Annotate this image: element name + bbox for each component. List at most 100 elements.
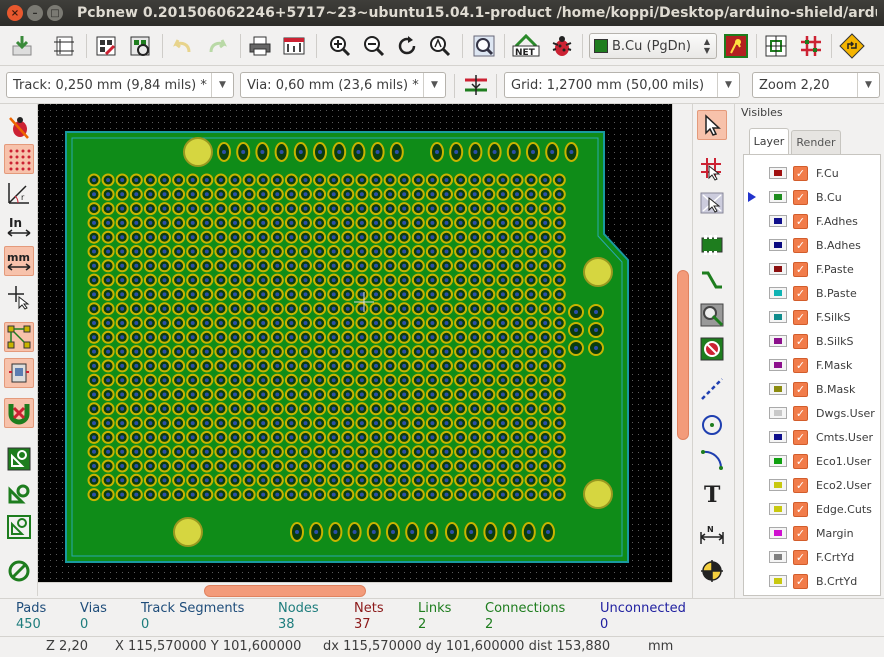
layer-row[interactable]: ✓ B.Cu [744, 185, 880, 209]
minimize-window-button[interactable]: – [27, 5, 43, 21]
track-width-button[interactable] [762, 32, 790, 60]
layer-row[interactable]: ✓ F.Paste [744, 257, 880, 281]
zone-sketch-toggle[interactable] [4, 512, 34, 542]
layer-row[interactable]: ✓ Dwgs.User [744, 401, 880, 425]
layer-visibility-checkbox[interactable]: ✓ [793, 477, 808, 493]
layer-row[interactable]: ✓ B.Mask [744, 377, 880, 401]
layer-row[interactable]: ✓ Edge.Cuts [744, 497, 880, 521]
zone-fill-toggle[interactable] [4, 444, 34, 474]
layer-color-swatch[interactable] [769, 527, 787, 539]
set-origin-button[interactable] [697, 556, 727, 586]
add-text-button[interactable]: T [697, 478, 727, 508]
layer-color-swatch[interactable] [769, 263, 787, 275]
close-window-button[interactable]: × [7, 5, 23, 21]
track-width-select[interactable]: Track: 0,250 mm (9,84 mils) * ▼ [6, 72, 234, 98]
drc-off-toggle[interactable] [4, 112, 34, 142]
tab-render[interactable]: Render [791, 130, 841, 154]
layer-color-swatch[interactable] [769, 455, 787, 467]
layer-row[interactable]: ✓ F.Cu [744, 161, 880, 185]
print-button[interactable] [246, 32, 274, 60]
auto-track-width-button[interactable] [462, 71, 490, 99]
layer-visibility-checkbox[interactable]: ✓ [793, 381, 808, 397]
route-track-button[interactable] [697, 266, 727, 296]
layer-color-swatch[interactable] [769, 383, 787, 395]
select-tool-button[interactable] [697, 110, 727, 140]
local-ratsnest-button[interactable] [697, 188, 727, 218]
layer-color-swatch[interactable] [769, 215, 787, 227]
layer-color-swatch[interactable] [769, 359, 787, 371]
layer-color-swatch[interactable] [769, 551, 787, 563]
board-setup-button[interactable] [92, 32, 120, 60]
layer-row[interactable]: ✓ Margin [744, 521, 880, 545]
units-mm-toggle[interactable]: mm [4, 246, 34, 276]
add-footprint-button[interactable] [697, 230, 727, 260]
add-keepout-button[interactable] [697, 334, 727, 364]
layer-visibility-checkbox[interactable]: ✓ [793, 405, 808, 421]
layer-color-swatch[interactable] [769, 479, 787, 491]
layer-visibility-checkbox[interactable]: ✓ [793, 309, 808, 325]
layer-visibility-checkbox[interactable]: ✓ [793, 453, 808, 469]
horizontal-scrollbar[interactable] [38, 582, 672, 598]
add-arc-button[interactable] [697, 444, 727, 474]
find-button[interactable] [470, 32, 498, 60]
layer-row[interactable]: ✓ Eco1.User [744, 449, 880, 473]
layer-row[interactable]: ✓ B.SilkS [744, 329, 880, 353]
polar-coords-toggle[interactable]: r [4, 178, 34, 208]
layer-color-swatch[interactable] [769, 287, 787, 299]
layer-visibility-checkbox[interactable]: ✓ [793, 357, 808, 373]
layer-visibility-checkbox[interactable]: ✓ [793, 549, 808, 565]
layer-visibility-checkbox[interactable]: ✓ [793, 165, 808, 181]
tab-layer[interactable]: Layer [749, 128, 789, 154]
auto-delete-track-toggle[interactable] [4, 398, 34, 428]
layer-row[interactable]: ✓ F.Mask [744, 353, 880, 377]
layer-color-swatch[interactable] [769, 575, 787, 587]
layer-pair-button[interactable] [722, 32, 750, 60]
maximize-window-button[interactable]: □ [47, 5, 63, 21]
layer-visibility-checkbox[interactable]: ✓ [793, 213, 808, 229]
module-ratsnest-toggle[interactable] [4, 358, 34, 388]
layer-visibility-checkbox[interactable]: ✓ [793, 285, 808, 301]
vertical-scroll-thumb[interactable] [677, 270, 689, 440]
horizontal-scroll-thumb[interactable] [204, 585, 366, 597]
layer-row[interactable]: ✓ B.CrtYd [744, 569, 880, 593]
page-settings-button[interactable] [50, 32, 78, 60]
layer-color-swatch[interactable] [769, 503, 787, 515]
drc-button[interactable] [548, 32, 576, 60]
layer-visibility-checkbox[interactable]: ✓ [793, 237, 808, 253]
zoom-out-button[interactable] [360, 32, 388, 60]
layer-visibility-checkbox[interactable]: ✓ [793, 261, 808, 277]
via-size-select[interactable]: Via: 0,60 mm (23,6 mils) * ▼ [240, 72, 446, 98]
layer-color-swatch[interactable] [769, 167, 787, 179]
zoom-fit-button[interactable] [426, 32, 454, 60]
layer-color-swatch[interactable] [769, 239, 787, 251]
layer-visibility-checkbox[interactable]: ✓ [793, 333, 808, 349]
cursor-shape-toggle[interactable] [4, 282, 34, 312]
plot-button[interactable] [280, 32, 308, 60]
grid-select[interactable]: Grid: 1,2700 mm (50,00 mils) ▼ [504, 72, 740, 98]
grid-toggle[interactable] [4, 144, 34, 174]
mode-track-button[interactable] [797, 32, 825, 60]
highlight-net-button[interactable] [697, 154, 727, 184]
layer-color-swatch[interactable] [769, 191, 787, 203]
layer-visibility-checkbox[interactable]: ✓ [793, 573, 808, 589]
layer-row[interactable]: ✓ B.Paste [744, 281, 880, 305]
new-board-button[interactable] [8, 32, 36, 60]
layer-row[interactable]: ✓ F.CrtYd [744, 545, 880, 569]
layer-row[interactable]: ✓ Cmts.User [744, 425, 880, 449]
layer-color-swatch[interactable] [769, 431, 787, 443]
units-inch-toggle[interactable]: In [4, 212, 34, 242]
add-via-button[interactable] [697, 300, 727, 330]
layer-row[interactable]: ✓ F.Adhes [744, 209, 880, 233]
layer-color-swatch[interactable] [769, 335, 787, 347]
add-circle-button[interactable] [697, 410, 727, 440]
undo-button[interactable] [168, 32, 196, 60]
layer-row[interactable]: ✓ Eco2.User [744, 473, 880, 497]
layer-color-swatch[interactable] [769, 407, 787, 419]
high-contrast-toggle[interactable] [4, 556, 34, 586]
add-dimension-button[interactable]: N [697, 520, 727, 550]
redraw-button[interactable] [393, 32, 421, 60]
layer-row[interactable]: ✓ F.SilkS [744, 305, 880, 329]
netlist-button[interactable]: NET [512, 32, 540, 60]
layer-visibility-checkbox[interactable]: ✓ [793, 189, 808, 205]
layer-select-dropdown[interactable]: B.Cu (PgDn) ▲ ▼ [589, 33, 717, 59]
